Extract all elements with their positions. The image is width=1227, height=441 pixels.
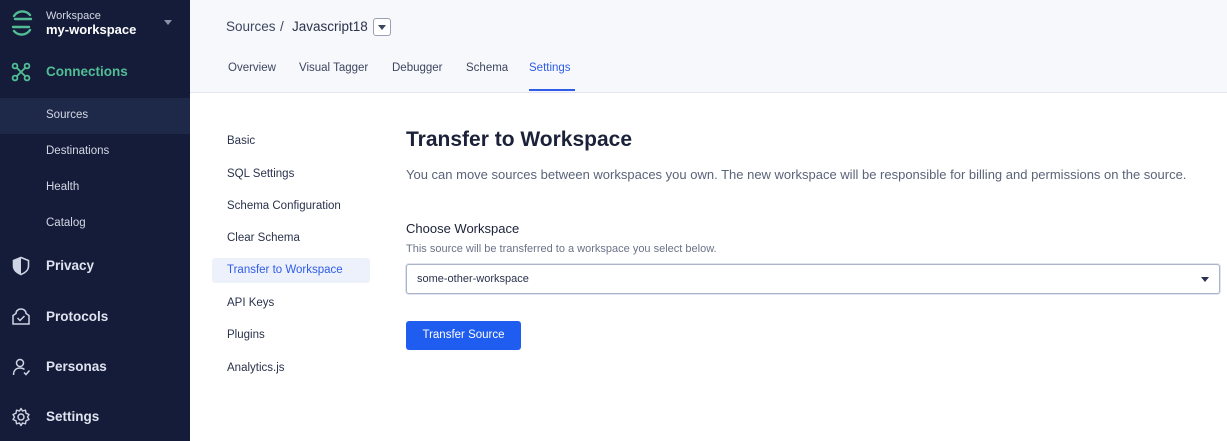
nav-privacy[interactable]: Privacy	[0, 247, 190, 285]
settings-menu-label: API Keys	[227, 297, 275, 309]
settings-menu-label: Clear Schema	[227, 232, 300, 244]
personas-icon	[12, 358, 31, 376]
workspace-select[interactable]: some-other-workspace	[406, 264, 1220, 294]
nav-settings-label: Settings	[46, 409, 100, 424]
workspace-name: my-workspace	[46, 22, 137, 37]
gear-icon	[12, 407, 30, 427]
nav-settings[interactable]: Settings	[0, 398, 190, 436]
page-title: Transfer to Workspace	[406, 128, 633, 151]
settings-menu-analytics-js[interactable]: Analytics.js	[212, 356, 370, 381]
settings-menu-sql-settings[interactable]: SQL Settings	[212, 162, 370, 187]
workspace-field-label: Choose Workspace	[406, 221, 520, 236]
workspace-select-value: some-other-workspace	[417, 273, 529, 285]
settings-menu-label: Basic	[227, 135, 256, 147]
settings-menu-clear-schema[interactable]: Clear Schema	[212, 226, 370, 251]
tab-overview[interactable]: Overview	[228, 62, 276, 74]
sidebar-item-label: Destinations	[46, 145, 110, 157]
chevron-down-icon	[1201, 277, 1209, 282]
shield-icon	[12, 256, 30, 276]
workspace-label: Workspace	[46, 10, 101, 22]
sidebar: Workspace my-workspace Connections Sourc…	[0, 0, 190, 441]
breadcrumb-sources[interactable]: Sources	[226, 19, 276, 34]
tab-settings[interactable]: Settings	[529, 62, 571, 74]
sidebar-item-health[interactable]: Health	[0, 170, 190, 206]
settings-menu-api-keys[interactable]: API Keys	[212, 291, 370, 316]
connections-icon	[11, 62, 31, 82]
settings-menu-label: Analytics.js	[227, 362, 285, 374]
sidebar-item-catalog[interactable]: Catalog	[0, 206, 190, 242]
settings-menu-schema-configuration[interactable]: Schema Configuration	[212, 194, 370, 219]
nav-connections[interactable]: Connections	[0, 53, 190, 91]
section-description: You can move sources between workspaces …	[406, 167, 1187, 182]
settings-menu-transfer-to-workspace[interactable]: Transfer to Workspace	[212, 258, 370, 283]
tab-schema[interactable]: Schema	[466, 62, 508, 74]
chevron-down-icon	[164, 20, 172, 25]
sidebar-item-destinations[interactable]: Destinations	[0, 134, 190, 170]
settings-menu-label: SQL Settings	[227, 168, 295, 180]
settings-menu-label: Plugins	[227, 329, 265, 341]
tab-debugger[interactable]: Debugger	[392, 62, 443, 74]
nav-privacy-label: Privacy	[46, 258, 95, 273]
segment-logo-icon	[11, 10, 33, 36]
sidebar-item-label: Catalog	[46, 217, 86, 229]
workspace-field-help: This source will be transferred to a wor…	[406, 243, 717, 255]
settings-menu-label: Schema Configuration	[227, 200, 341, 212]
transfer-source-button[interactable]: Transfer Source	[406, 321, 521, 350]
settings-menu-plugins[interactable]: Plugins	[212, 323, 370, 348]
workspace-switcher[interactable]: Workspace my-workspace	[0, 0, 190, 48]
active-tab-indicator	[529, 89, 575, 91]
source-switcher-dropdown[interactable]	[373, 18, 391, 36]
sidebar-item-label: Health	[46, 181, 80, 193]
settings-menu-label: Transfer to Workspace	[227, 264, 343, 276]
sidebar-item-sources[interactable]: Sources	[0, 98, 190, 134]
nav-protocols[interactable]: Protocols	[0, 298, 190, 336]
nav-connections-label: Connections	[46, 64, 128, 79]
breadcrumb-separator: /	[280, 19, 284, 34]
nav-protocols-label: Protocols	[46, 309, 109, 324]
sidebar-item-label: Sources	[46, 109, 89, 121]
nav-personas-label: Personas	[46, 359, 107, 374]
breadcrumb-current: Javascript18	[292, 19, 368, 34]
tab-visual-tagger[interactable]: Visual Tagger	[299, 62, 368, 74]
settings-menu-basic[interactable]: Basic	[212, 129, 370, 154]
protocols-icon	[12, 308, 30, 325]
nav-personas[interactable]: Personas	[0, 348, 190, 386]
page-header: Sources / Javascript18 Overview Visual T…	[190, 0, 1227, 93]
